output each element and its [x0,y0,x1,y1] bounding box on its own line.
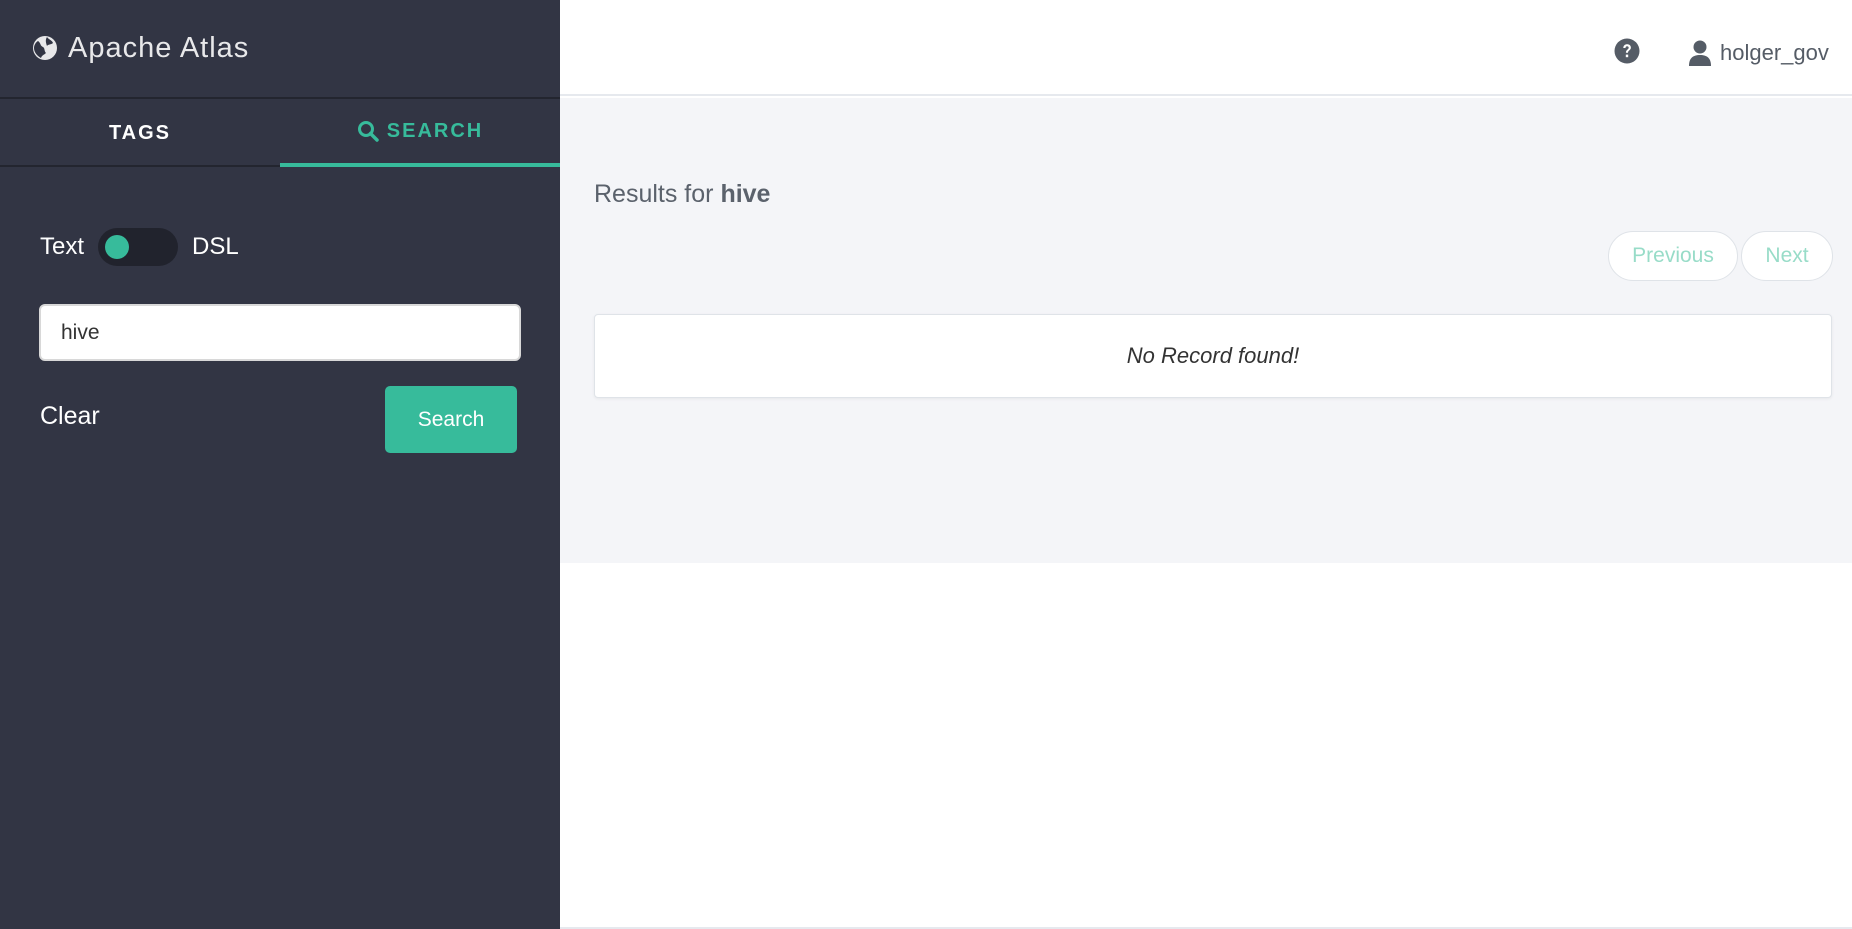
toggle-knob [105,235,130,259]
next-button[interactable]: Next [1741,231,1833,281]
user-icon [1689,40,1711,66]
globe-icon [33,36,57,60]
question-circle-icon[interactable] [1614,38,1640,64]
app-title: Apache Atlas [68,31,250,64]
tab-tags[interactable]: TAGS [0,99,280,167]
search-icon [357,121,379,142]
sidebar-tabs: TAGS SEARCH [0,99,560,167]
search-mode-switch: Text DSL [40,228,239,266]
mode-text-label: Text [40,233,85,260]
results-prefix: Results for [594,180,714,208]
top-bar [560,0,1852,96]
user-menu[interactable]: holger_gov [1688,36,1829,70]
mode-dsl-label: DSL [192,233,239,260]
results-query: hive [720,180,771,208]
tab-tags-label: TAGS [108,121,172,144]
username: holger_gov [1720,40,1829,65]
search-input[interactable] [39,304,521,361]
mode-toggle[interactable] [98,228,179,266]
empty-results-box: No Record found! [594,314,1832,398]
search-button[interactable]: Search [385,386,517,453]
brand-logo[interactable]: Apache Atlas [32,30,249,66]
clear-link[interactable]: Clear [40,402,100,431]
previous-button[interactable]: Previous [1608,231,1738,281]
tab-search[interactable]: SEARCH [280,99,560,167]
results-heading: Results for hive [594,180,770,209]
sidebar: Apache Atlas TAGS SEARCH Text DSL Clear … [0,0,560,929]
tab-search-label: SEARCH [386,119,484,142]
empty-message: No Record found! [1126,343,1300,368]
